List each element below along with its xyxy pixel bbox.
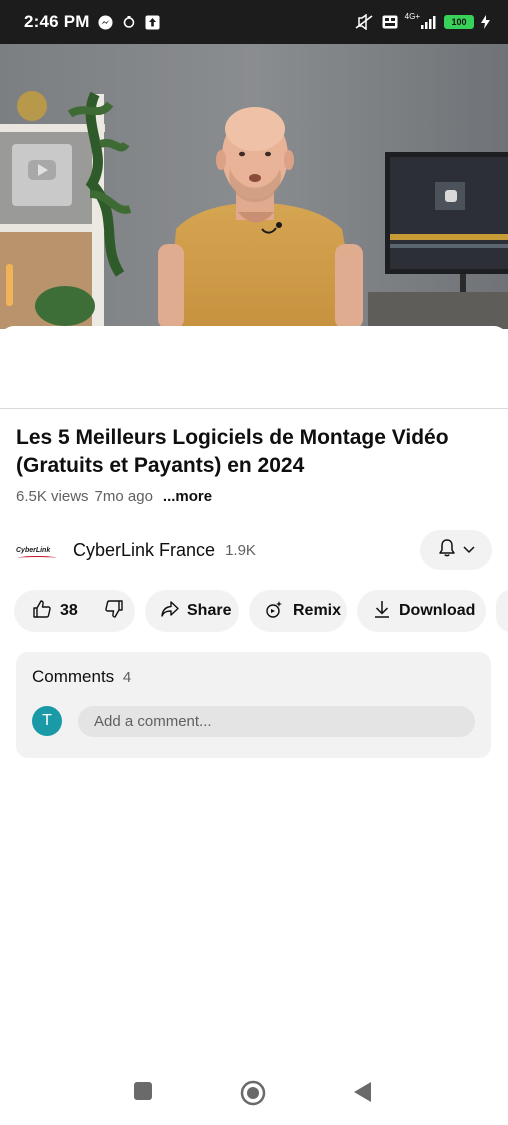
charging-icon [481, 15, 490, 29]
view-count: 6.5K views [16, 488, 89, 505]
remix-icon [265, 599, 293, 624]
like-count: 38 [60, 602, 78, 619]
more-link[interactable]: ...more [163, 488, 212, 505]
notification-bell-button[interactable] [420, 530, 492, 570]
channel-name[interactable]: CyberLink France [73, 540, 215, 561]
back-triangle-icon [354, 1082, 371, 1102]
thumbs-down-icon [105, 599, 123, 618]
like-dislike-group: 38 [14, 590, 135, 632]
notification-icon [122, 15, 136, 29]
add-comment-input[interactable]: Add a comment... [78, 706, 475, 737]
divider [0, 408, 508, 409]
dislike-button[interactable] [104, 599, 132, 624]
status-bar: 2:46 PM 4G+ 100 [0, 0, 508, 44]
subscriber-count: 1.9K [225, 541, 256, 559]
upload-icon [145, 15, 160, 30]
video-meta[interactable]: 6.5K views 7mo ago ...more [16, 488, 212, 505]
back-button[interactable] [352, 1081, 372, 1108]
download-icon [373, 599, 399, 624]
video-player[interactable] [0, 44, 508, 329]
volte-icon [382, 15, 398, 29]
download-label: Download [399, 602, 476, 619]
more-actions-button[interactable] [496, 590, 508, 632]
comments-panel[interactable]: Comments 4 T Add a comment... [16, 652, 491, 758]
remix-button[interactable]: Remix [249, 590, 347, 632]
share-button[interactable]: Share [145, 590, 239, 632]
square-icon [134, 1082, 152, 1100]
share-label: Share [187, 602, 232, 619]
channel-logo-text: CyberLink [16, 546, 51, 554]
download-button[interactable]: Download [357, 590, 486, 632]
home-circle-icon [240, 1080, 266, 1106]
recent-apps-button[interactable] [133, 1081, 153, 1106]
share-icon [161, 600, 187, 622]
chevron-down-icon [463, 541, 475, 559]
remix-label: Remix [293, 602, 342, 619]
avatar: T [32, 706, 62, 736]
system-nav-bar [0, 1068, 508, 1120]
comments-header: Comments 4 [32, 667, 131, 687]
video-thumbnail [0, 44, 508, 329]
upload-age: 7mo ago [94, 488, 153, 505]
channel-logo[interactable]: CyberLink [16, 546, 58, 557]
thumbs-up-icon [32, 599, 60, 624]
status-time: 2:46 PM [24, 12, 90, 31]
battery-icon: 100 [444, 15, 474, 29]
signal-icon: 4G+ [404, 12, 437, 29]
home-button[interactable] [240, 1080, 266, 1111]
mute-icon [353, 14, 375, 30]
video-title[interactable]: Les 5 Meilleurs Logiciels de Montage Vid… [16, 424, 492, 480]
bell-icon [437, 538, 457, 563]
like-button[interactable]: 38 [32, 599, 78, 624]
channel-row: CyberLink CyberLink France 1.9K [16, 528, 492, 572]
action-bar: 38 Share Remix Download [14, 590, 508, 632]
messenger-icon [98, 14, 113, 30]
comments-label: Comments [32, 667, 115, 686]
comments-count: 4 [122, 669, 132, 686]
network-type: 4G+ [404, 12, 420, 21]
